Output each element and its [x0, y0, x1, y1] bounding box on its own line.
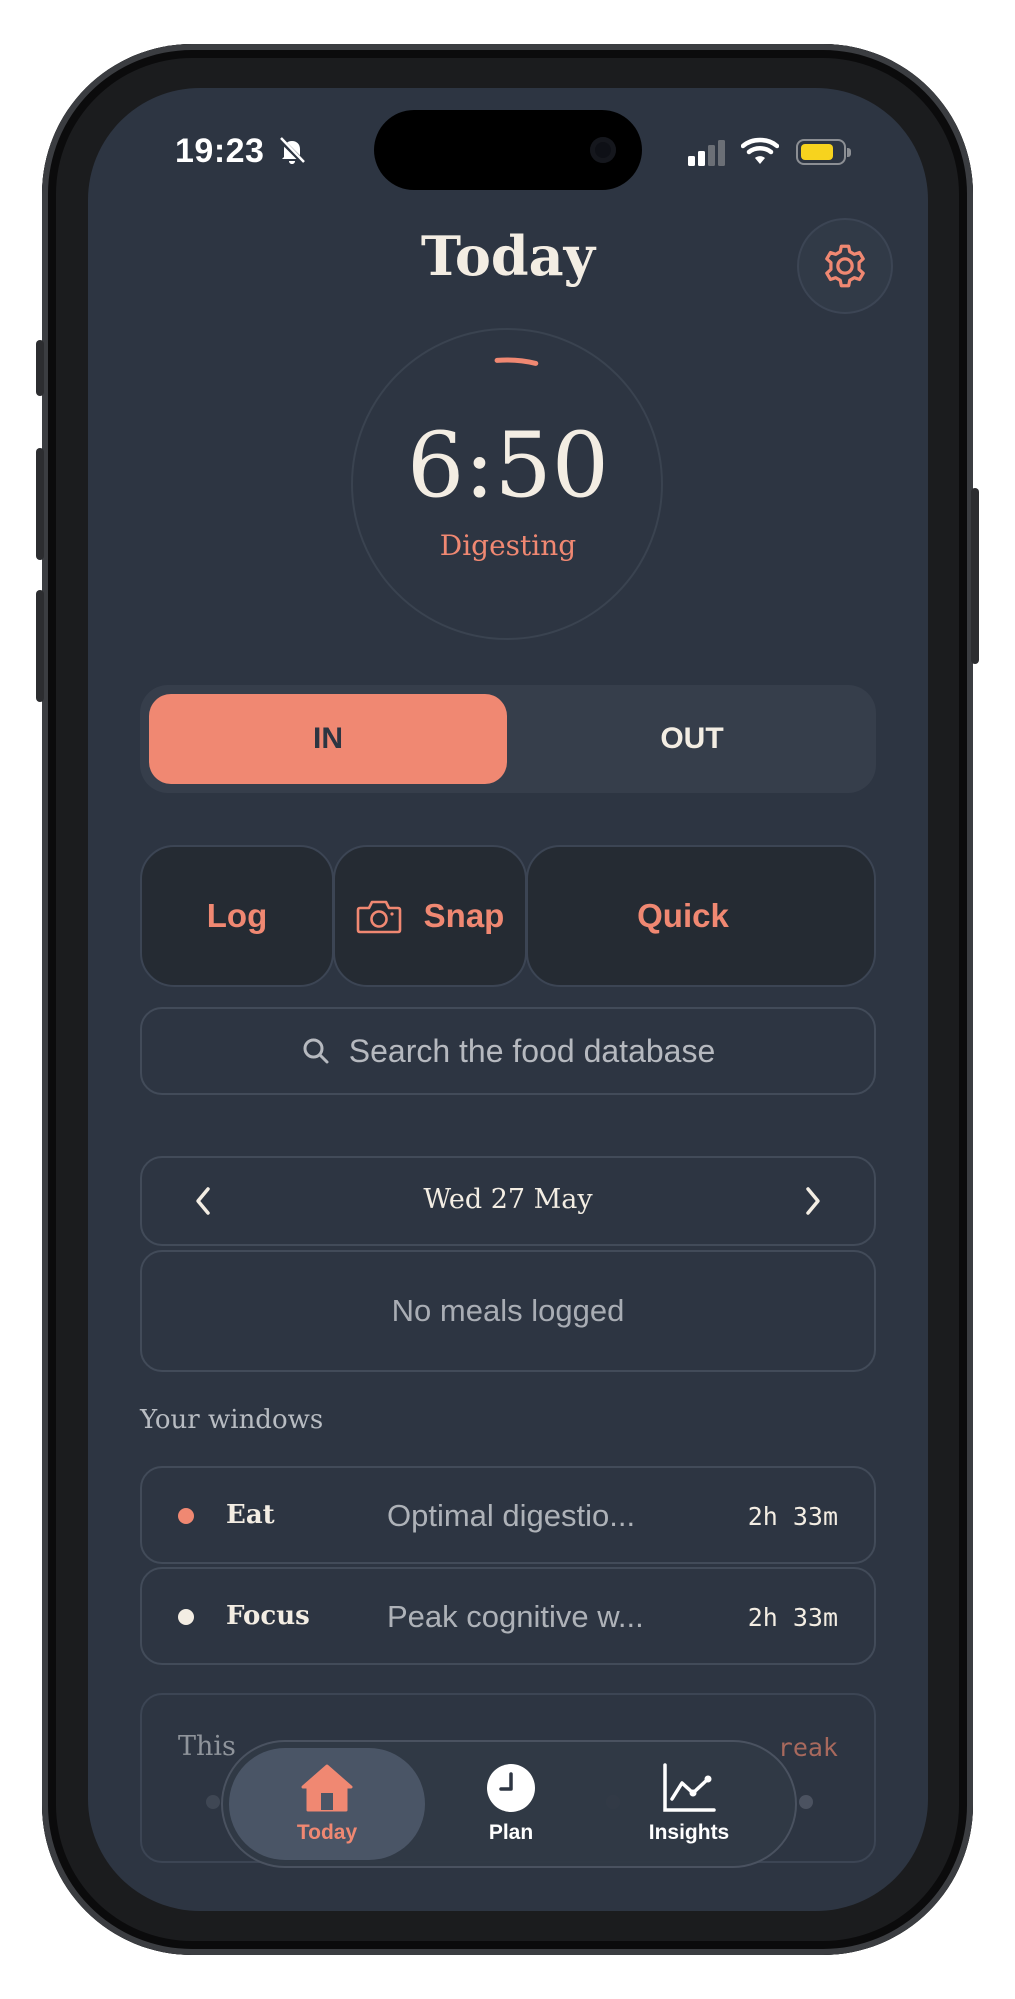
- tab-plan-label: Plan: [488, 1821, 534, 1844]
- silent-switch: [36, 340, 44, 396]
- timer-value: 6:50: [406, 413, 610, 518]
- log-button[interactable]: Log: [140, 845, 334, 987]
- search-icon: [303, 1038, 329, 1064]
- camera-icon: [590, 137, 616, 163]
- bell-slash-icon: [278, 137, 306, 165]
- quick-button[interactable]: Quick: [526, 845, 876, 987]
- window-description: Peak cognitive w...: [387, 1599, 644, 1634]
- window-name: Eat: [226, 1500, 275, 1530]
- quick-button-label: Quick: [637, 897, 729, 934]
- window-dot: [178, 1609, 194, 1625]
- window-dot: [178, 1508, 194, 1524]
- tab-today-label: Today: [296, 1821, 358, 1844]
- window-name: Focus: [226, 1601, 310, 1631]
- snap-button-label: Snap: [423, 897, 505, 934]
- window-duration: 2h 33m: [747, 1603, 838, 1632]
- camera-icon: [356, 900, 401, 934]
- window-duration: 2h 33m: [747, 1502, 838, 1531]
- power-button: [971, 488, 979, 664]
- streak-card-right-label: reak: [777, 1733, 838, 1762]
- window-row-eat[interactable]: Eat Optimal digestio... 2h 33m: [140, 1466, 876, 1564]
- tab-insights[interactable]: Insights: [603, 1742, 775, 1866]
- timer-status: Digesting: [439, 529, 577, 562]
- windows-heading: Your windows: [140, 1405, 324, 1435]
- battery-icon: [796, 139, 851, 165]
- settings-button[interactable]: [797, 218, 893, 314]
- tab-plan[interactable]: Plan: [425, 1742, 597, 1866]
- streak-card-label: This: [178, 1731, 236, 1762]
- food-search-input[interactable]: Search the food database: [140, 1007, 876, 1095]
- window-description: Optimal digestio...: [387, 1498, 636, 1533]
- date-navigator: Wed 27 May: [140, 1156, 876, 1246]
- dynamic-island: [374, 110, 642, 190]
- volume-up-button: [36, 448, 44, 560]
- wifi-icon: [741, 137, 779, 164]
- search-placeholder: Search the food database: [348, 1032, 716, 1069]
- screen: 19:23 Today 6:50 Digesting IN OUT Log Sn…: [88, 88, 928, 1911]
- tab-bar: Today Plan Insights: [221, 1740, 797, 1868]
- status-time: 19:23: [175, 132, 265, 170]
- home-icon: [301, 1764, 353, 1812]
- gear-icon: [825, 244, 865, 288]
- volume-down-button: [36, 590, 44, 702]
- streak-dot: [206, 1795, 220, 1809]
- toggle-in-button[interactable]: IN: [149, 694, 507, 784]
- clock-icon: [487, 1764, 535, 1812]
- window-row-focus[interactable]: Focus Peak cognitive w... 2h 33m: [140, 1567, 876, 1665]
- in-out-toggle: IN OUT: [140, 685, 876, 793]
- toggle-out-button[interactable]: OUT: [508, 694, 876, 784]
- streak-dot: [799, 1795, 813, 1809]
- chevron-right-icon[interactable]: [802, 1183, 824, 1219]
- tab-today[interactable]: Today: [229, 1748, 425, 1860]
- chart-icon: [663, 1763, 716, 1812]
- current-date: Wed 27 May: [423, 1184, 593, 1215]
- action-buttons: Log Snap Quick: [140, 845, 876, 987]
- cellular-icon: [688, 140, 725, 166]
- meals-empty-state: No meals logged: [140, 1250, 876, 1372]
- log-button-label: Log: [206, 897, 268, 934]
- snap-button[interactable]: Snap: [333, 845, 527, 987]
- tab-insights-label: Insights: [648, 1821, 730, 1844]
